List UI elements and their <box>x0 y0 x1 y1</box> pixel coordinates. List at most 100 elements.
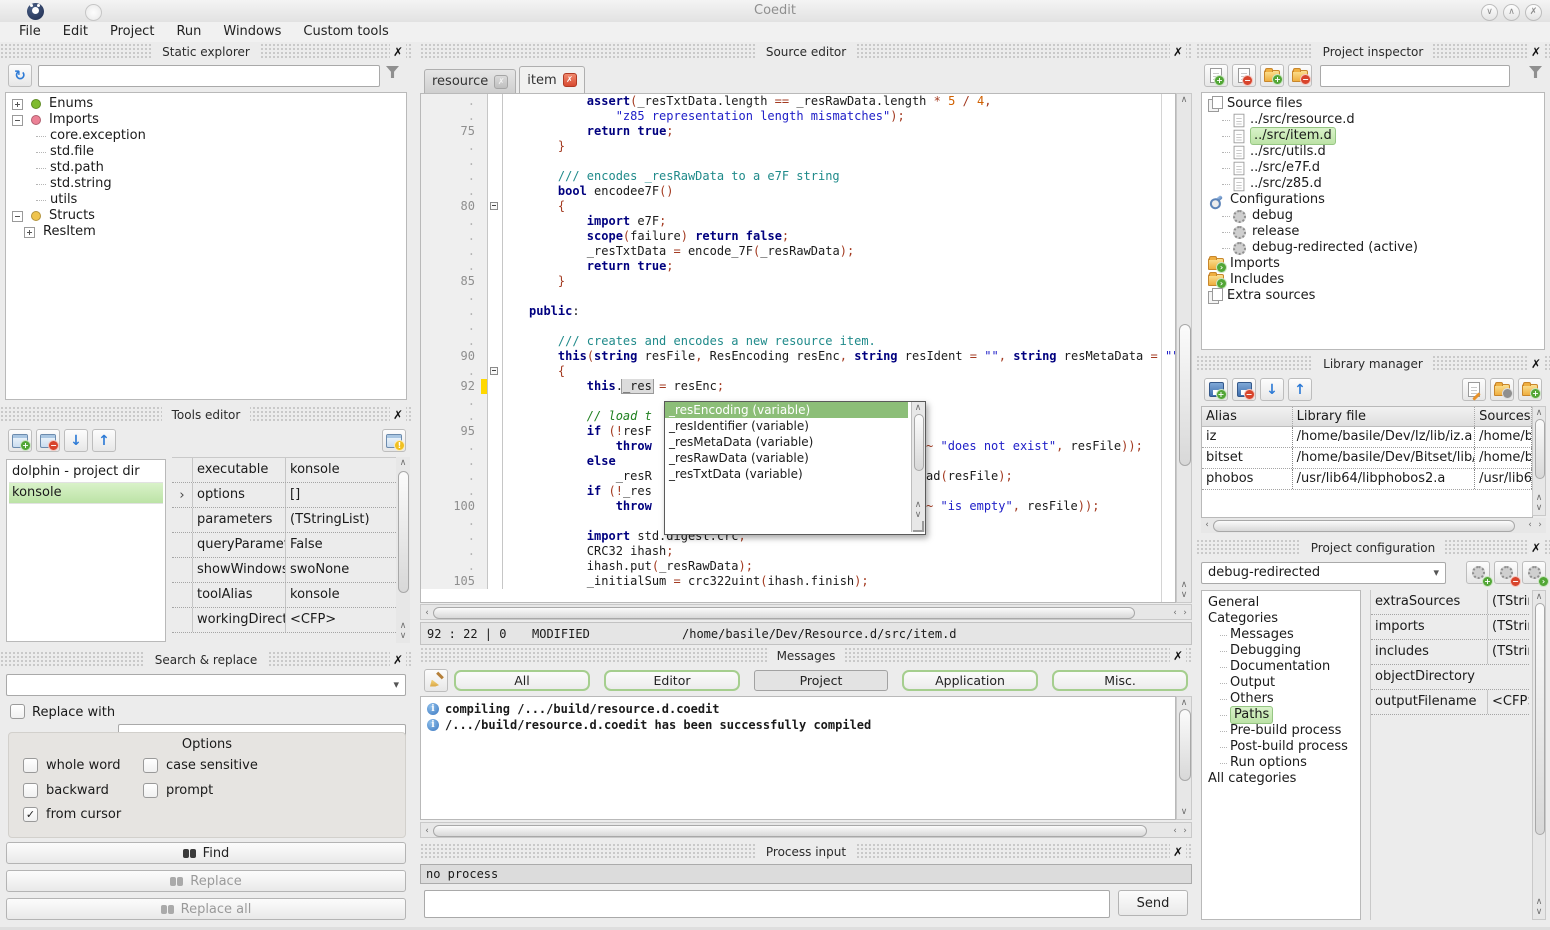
code-line[interactable]: . <box>421 289 1175 304</box>
code-line[interactable]: . import e7F; <box>421 214 1175 229</box>
completion-item[interactable]: _resIdentifier (variable) <box>665 418 908 434</box>
column-header-library-file[interactable]: Library file <box>1293 407 1476 426</box>
expander-icon[interactable] <box>12 99 23 110</box>
property-row[interactable]: queryParametersFalse <box>172 533 396 558</box>
expander-icon[interactable] <box>24 227 35 238</box>
fold-margin[interactable] <box>487 274 503 289</box>
config-category-item[interactable]: Messages <box>1208 627 1360 643</box>
config-property-row[interactable]: imports(TStringList) <box>1371 615 1529 640</box>
tab-resource[interactable]: resource✗ <box>424 69 516 93</box>
checkbox[interactable] <box>143 783 158 798</box>
fold-margin[interactable] <box>487 469 503 484</box>
code-line[interactable]: . _resTxtData = encode_7F(_resRawData); <box>421 244 1175 259</box>
inspector-filter-input[interactable] <box>1320 65 1510 87</box>
library-row[interactable]: bitset/home/basile/Dev/Bitset/lib/bitset… <box>1202 448 1532 469</box>
filter-button[interactable] <box>386 66 399 81</box>
symbol-tree-item[interactable]: ResItem <box>10 224 406 240</box>
message-item[interactable]: icompiling /.../build/resource.d.coedit <box>427 701 1175 717</box>
fold-margin[interactable] <box>487 214 503 229</box>
code-line[interactable]: 85 } <box>421 274 1175 289</box>
fold-margin[interactable] <box>487 124 503 139</box>
fold-margin[interactable] <box>487 169 503 184</box>
close-button[interactable]: ✗ <box>1525 4 1542 21</box>
project-tree-item[interactable]: ../src/utils.d <box>1206 144 1544 160</box>
fold-margin[interactable] <box>487 154 503 169</box>
tab-item[interactable]: item✗ <box>519 66 584 93</box>
library-vscrollbar[interactable]: ∧ ∧ ∨ <box>1532 406 1546 516</box>
symbol-tree-item[interactable]: Enums <box>10 96 406 112</box>
add-source-button[interactable]: + <box>1204 64 1228 87</box>
launcher-icon[interactable] <box>85 4 102 21</box>
property-row[interactable]: ›options[] <box>172 483 396 508</box>
code-line[interactable]: . scope(failure) return false; <box>421 229 1175 244</box>
tab-close-icon[interactable]: ✗ <box>563 73 577 87</box>
search-option-from-cursor[interactable]: ✓from cursor <box>23 807 121 822</box>
fold-margin[interactable] <box>487 304 503 319</box>
completion-item[interactable]: _resMetaData (variable) <box>665 434 908 450</box>
send-button[interactable]: Send <box>1118 890 1188 916</box>
library-row[interactable]: iz/home/basile/Dev/Iz/lib/iz.a/home/basi… <box>1202 427 1532 448</box>
edit-library-button[interactable] <box>1462 378 1486 401</box>
add-library-button[interactable]: + <box>1204 378 1228 401</box>
inspector-filter-button[interactable] <box>1529 66 1542 81</box>
messages-vscrollbar[interactable]: ∧ ∨ <box>1176 696 1192 820</box>
process-input-field[interactable] <box>424 890 1110 918</box>
property-value[interactable]: swoNone <box>285 558 396 582</box>
project-tree-item[interactable]: ›Imports <box>1206 256 1544 272</box>
property-row[interactable]: workingDirectory<CFP> <box>172 608 396 633</box>
fold-margin[interactable] <box>487 259 503 274</box>
property-row[interactable]: executablekonsole <box>172 458 396 483</box>
close-icon[interactable]: ✗ <box>1170 844 1186 860</box>
fold-margin[interactable] <box>487 514 503 529</box>
symbol-tree-item[interactable]: std.string <box>10 176 406 192</box>
completion-list[interactable]: _resEncoding (variable)_resIdentifier (v… <box>665 402 925 482</box>
project-tree-item[interactable]: ../src/resource.d <box>1206 112 1544 128</box>
clear-messages-button[interactable] <box>424 669 448 692</box>
tool-list-item[interactable]: dolphin - project dir <box>9 462 163 483</box>
fold-margin[interactable] <box>487 559 503 574</box>
message-item[interactable]: i/.../build/resource.d.coedit has been s… <box>427 717 1175 733</box>
property-row[interactable]: showWindowsswoNone <box>172 558 396 583</box>
messages-hscrollbar[interactable]: ‹ ‹ › <box>420 822 1192 838</box>
property-value[interactable]: [] <box>285 483 396 507</box>
code-line[interactable]: . assert(_resTxtData.length == _resRawDa… <box>421 94 1175 109</box>
expander-icon[interactable] <box>12 211 23 222</box>
fold-collapse-icon[interactable] <box>490 202 498 210</box>
fold-margin[interactable] <box>487 424 503 439</box>
completion-item[interactable]: _resTxtData (variable) <box>665 466 908 482</box>
project-tree-item[interactable]: ../src/z85.d <box>1206 176 1544 192</box>
code-line[interactable]: . /// creates and encodes a new resource… <box>421 334 1175 349</box>
completion-scrollbar[interactable]: ∧ ∧ ∨ <box>911 402 925 532</box>
config-property-row[interactable]: outputFilename<CFP> <box>1371 690 1529 715</box>
property-row[interactable]: parameters(TStringList) <box>172 508 396 533</box>
fold-collapse-icon[interactable] <box>490 367 498 375</box>
menu-windows[interactable]: Windows <box>212 22 292 42</box>
close-icon[interactable]: ✗ <box>1528 44 1544 60</box>
config-property-row[interactable]: objectDirectory <box>1371 665 1529 690</box>
move-library-up-button[interactable]: ↑ <box>1288 378 1312 401</box>
config-category-item[interactable]: Run options <box>1208 755 1360 771</box>
close-icon[interactable]: ✗ <box>1528 540 1544 556</box>
library-from-project-button[interactable] <box>1490 378 1514 401</box>
config-category-item[interactable]: Output <box>1208 675 1360 691</box>
code-line[interactable]: . <box>421 154 1175 169</box>
fold-margin[interactable] <box>487 529 503 544</box>
messages-list[interactable]: icompiling /.../build/resource.d.coediti… <box>420 696 1176 820</box>
expander-icon[interactable] <box>12 115 23 126</box>
config-property-value[interactable]: <CFP> <box>1487 690 1529 714</box>
move-library-down-button[interactable]: ↓ <box>1260 378 1284 401</box>
search-option-case-sensitive[interactable]: case sensitive <box>143 758 258 773</box>
find-button[interactable]: Find <box>6 842 406 864</box>
config-property-value[interactable]: (TStringList) <box>1487 640 1529 664</box>
remove-library-button[interactable]: − <box>1232 378 1256 401</box>
completion-item[interactable]: _resRawData (variable) <box>665 450 908 466</box>
fold-margin[interactable] <box>487 109 503 124</box>
fold-margin[interactable] <box>487 394 503 409</box>
config-category-item[interactable]: Debugging <box>1208 643 1360 659</box>
checkbox[interactable] <box>23 783 38 798</box>
symbol-tree-item[interactable]: std.path <box>10 160 406 176</box>
checkbox[interactable]: ✓ <box>23 807 38 822</box>
minimize-button[interactable]: ∨ <box>1481 4 1498 21</box>
tools-grid-scrollbar[interactable]: ∧ ∧ ∨ <box>396 457 410 643</box>
fold-margin[interactable] <box>487 319 503 334</box>
